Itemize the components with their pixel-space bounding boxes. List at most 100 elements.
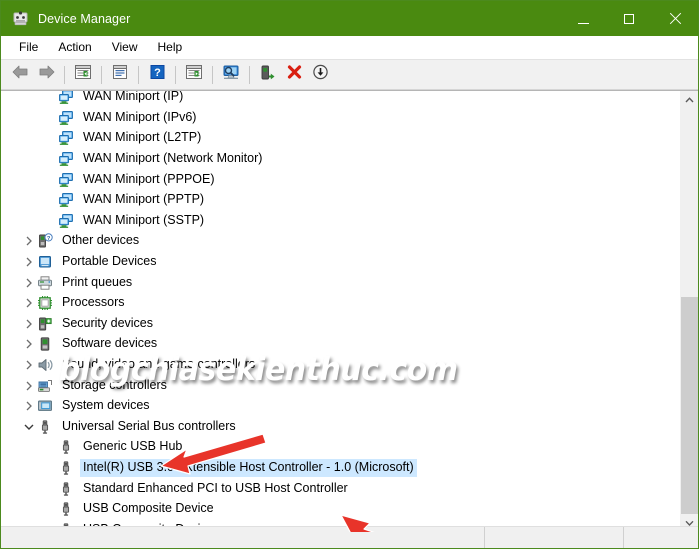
tree-row[interactable]: Software devices [1, 334, 679, 355]
device-manager-icon [12, 10, 29, 27]
menu-bar: File Action View Help [1, 36, 698, 59]
scrollbar-thumb[interactable] [681, 297, 698, 514]
tree-row[interactable]: Intel(R) USB 3.0 eXtensible Host Control… [1, 458, 679, 479]
usb-icon [37, 419, 53, 435]
properties-button[interactable] [107, 63, 133, 87]
tree-row[interactable]: WAN Miniport (Network Monitor) [1, 149, 679, 170]
tree-row[interactable]: Print queues [1, 272, 679, 293]
network-adapter-icon [58, 110, 74, 126]
device-tree-panel: WAN Miniport (IP) WAN Miniport (IPv6) WAN … [1, 90, 698, 532]
status-pane-tertiary [624, 527, 698, 548]
tree-row-label: USB Composite Device [83, 501, 214, 516]
caption-button-group [560, 1, 698, 36]
tree-row[interactable]: Sound, video and game controllers [1, 355, 679, 376]
chevron-right-icon[interactable] [21, 396, 37, 416]
chevron-right-icon[interactable] [21, 293, 37, 313]
network-adapter-icon [58, 192, 74, 208]
chevron-right-icon[interactable] [21, 252, 37, 272]
chevron-right-icon[interactable] [21, 334, 37, 354]
window-title: Device Manager [38, 11, 131, 26]
menu-item-file[interactable]: File [9, 38, 48, 57]
separator [175, 65, 176, 84]
svg-text:?: ? [47, 236, 51, 242]
portable-device-icon [37, 254, 53, 270]
action-pane-icon [185, 64, 203, 85]
menu-item-view[interactable]: View [102, 38, 148, 57]
forward-button[interactable] [33, 63, 59, 87]
tree-row-label: WAN Miniport (PPPOE) [83, 171, 215, 186]
status-pane-main [1, 527, 485, 548]
tree-row[interactable]: WAN Miniport (PPTP) [1, 190, 679, 211]
tree-row-label: Generic USB Hub [83, 439, 183, 454]
tree-row-label: WAN Miniport (IPv6) [83, 109, 197, 124]
usb-icon [58, 481, 74, 497]
tree-row[interactable]: USB Composite Device [1, 499, 679, 520]
tree-row[interactable]: WAN Miniport (SSTP) [1, 211, 679, 232]
tree-row[interactable]: System devices [1, 396, 679, 417]
tree-row-label: WAN Miniport (SSTP) [83, 212, 205, 227]
disable-device-button[interactable] [307, 63, 333, 87]
show-hide-console-tree-button[interactable] [70, 63, 96, 87]
menu-item-help[interactable]: Help [148, 38, 193, 57]
tree-row[interactable]: Standard Enhanced PCI to USB Host Contro… [1, 478, 679, 499]
tree-row[interactable]: Universal Serial Bus controllers [1, 417, 679, 438]
network-adapter-icon [58, 91, 74, 105]
show-hide-action-pane-button[interactable] [181, 63, 207, 87]
separator [138, 65, 139, 84]
maximize-button[interactable] [606, 1, 652, 36]
close-button[interactable] [652, 1, 698, 36]
chevron-right-icon[interactable] [21, 314, 37, 334]
tree-row[interactable]: ? Other devices [1, 231, 679, 252]
chevron-up-icon [684, 97, 694, 103]
minimize-icon [577, 23, 589, 24]
menu-item-action[interactable]: Action [48, 38, 101, 57]
chevron-right-icon[interactable] [21, 231, 37, 251]
scan-for-hardware-changes-button[interactable] [218, 63, 244, 87]
usb-icon [58, 460, 74, 476]
separator [249, 65, 250, 84]
scroll-up-button[interactable] [680, 91, 698, 109]
tree-row-label: Storage controllers [62, 377, 167, 392]
status-bar [1, 526, 698, 548]
tree-row[interactable]: Portable Devices [1, 252, 679, 273]
separator [101, 65, 102, 84]
svg-text:?: ? [154, 67, 161, 79]
vertical-scrollbar[interactable] [679, 91, 698, 532]
speaker-icon [37, 357, 53, 373]
help-button[interactable]: ? [144, 63, 170, 87]
title-bar[interactable]: Device Manager [1, 1, 698, 36]
back-button[interactable] [7, 63, 33, 87]
system-device-icon [37, 398, 53, 414]
other-devices-icon: ? [37, 233, 53, 249]
tree-row[interactable]: Generic USB Hub [1, 437, 679, 458]
update-driver-button[interactable] [255, 63, 281, 87]
tree-row[interactable]: Storage controllers [1, 375, 679, 396]
chevron-right-icon[interactable] [21, 355, 37, 375]
tree-row-label: WAN Miniport (Network Monitor) [83, 151, 263, 166]
chevron-down-icon[interactable] [21, 417, 37, 437]
red-x-icon [286, 64, 303, 85]
tree-row[interactable]: WAN Miniport (IPv6) [1, 108, 679, 129]
network-adapter-icon [58, 130, 74, 146]
network-adapter-icon [58, 151, 74, 167]
tree-row[interactable]: Processors [1, 293, 679, 314]
network-adapter-icon [58, 213, 74, 229]
back-arrow-icon [11, 64, 30, 85]
tree-row-label: WAN Miniport (IP) [83, 90, 184, 104]
minimize-button[interactable] [560, 1, 606, 36]
tree-row[interactable]: WAN Miniport (L2TP) [1, 128, 679, 149]
uninstall-device-button[interactable] [281, 63, 307, 87]
chevron-right-icon[interactable] [21, 376, 37, 396]
device-manager-window: Device Manager File Action View Help ? W… [0, 0, 699, 549]
tree-row[interactable]: Security devices [1, 314, 679, 335]
tree-row[interactable]: WAN Miniport (IP) [1, 90, 679, 108]
device-tree[interactable]: WAN Miniport (IP) WAN Miniport (IPv6) WAN … [1, 90, 679, 532]
tree-row[interactable]: WAN Miniport (PPPOE) [1, 169, 679, 190]
tree-row-label: Other devices [62, 233, 140, 248]
scan-monitor-icon [221, 64, 241, 86]
software-device-icon [37, 336, 53, 352]
chevron-right-icon[interactable] [21, 273, 37, 293]
usb-icon [58, 439, 74, 455]
tree-row-label: Processors [62, 295, 125, 310]
close-icon [669, 12, 682, 25]
